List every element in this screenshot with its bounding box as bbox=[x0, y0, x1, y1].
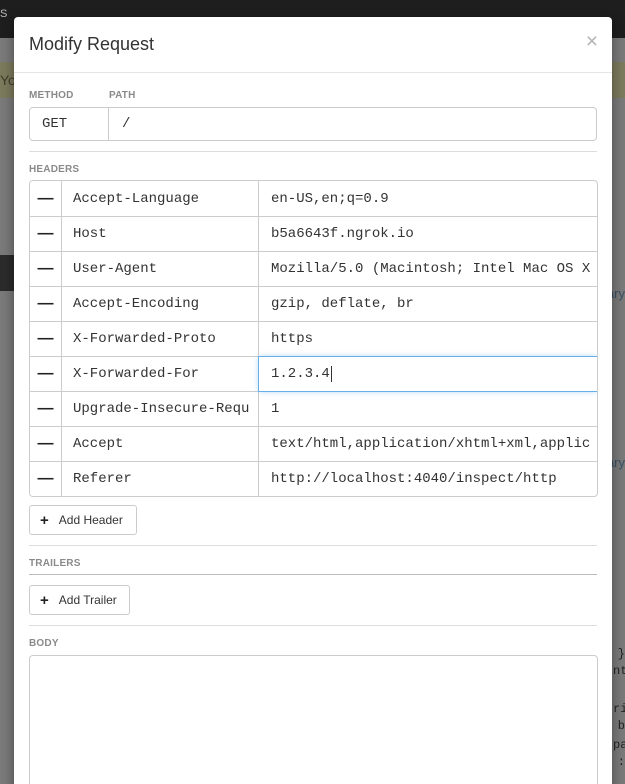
minus-icon: — bbox=[37, 435, 54, 452]
header-value-input[interactable]: 1 bbox=[259, 392, 597, 426]
table-row: — Upgrade-Insecure-Requ 1 bbox=[30, 391, 597, 426]
header-value-input[interactable]: text/html,application/xhtml+xml,applic bbox=[259, 427, 597, 461]
table-row: — Referer http://localhost:4040/inspect/… bbox=[30, 461, 597, 496]
minus-icon: — bbox=[37, 260, 54, 277]
header-name-input[interactable]: Accept-Encoding bbox=[62, 287, 259, 321]
remove-header-button[interactable]: — bbox=[30, 181, 62, 216]
remove-header-button[interactable]: — bbox=[30, 357, 62, 391]
plus-icon: + bbox=[40, 591, 49, 609]
modal-header: Modify Request × bbox=[14, 17, 612, 73]
body-label: BODY bbox=[29, 638, 59, 649]
header-name-input[interactable]: Upgrade-Insecure-Requ bbox=[62, 392, 259, 426]
add-header-label: Add Header bbox=[58, 513, 123, 527]
minus-icon: — bbox=[37, 330, 54, 347]
divider bbox=[29, 545, 597, 546]
header-name-input[interactable]: Accept-Language bbox=[62, 181, 259, 216]
remove-header-button[interactable]: — bbox=[30, 287, 62, 321]
divider bbox=[29, 625, 597, 626]
method-input[interactable]: GET bbox=[29, 107, 109, 141]
headers-table: — Accept-Language en-US,en;q=0.9 — Host … bbox=[29, 180, 598, 497]
body-textarea[interactable] bbox=[29, 655, 598, 784]
background-code: } bbox=[617, 647, 625, 661]
remove-header-button[interactable]: — bbox=[30, 392, 62, 426]
header-value-input[interactable]: b5a6643f.ngrok.io bbox=[259, 217, 597, 251]
add-trailer-button[interactable]: + Add Trailer bbox=[29, 585, 130, 615]
divider bbox=[29, 151, 597, 152]
background-code: pa bbox=[613, 738, 625, 752]
table-row: — X-Forwarded-Proto https bbox=[30, 321, 597, 356]
background-code: nt bbox=[613, 664, 625, 678]
table-row: — X-Forwarded-For 1.2.3.4 bbox=[30, 356, 597, 392]
header-name-input[interactable]: X-Forwarded-For bbox=[62, 357, 259, 391]
header-name-input[interactable]: User-Agent bbox=[62, 252, 259, 286]
remove-header-button[interactable]: — bbox=[30, 217, 62, 251]
plus-icon: + bbox=[40, 511, 49, 529]
header-value-input[interactable]: http://localhost:4040/inspect/http bbox=[259, 462, 597, 496]
background-code: ri bbox=[613, 702, 625, 716]
table-row: — Accept-Language en-US,en;q=0.9 bbox=[30, 181, 597, 216]
minus-icon: — bbox=[37, 470, 54, 487]
minus-icon: — bbox=[37, 225, 54, 242]
header-value-input-focused[interactable]: 1.2.3.4 bbox=[258, 356, 597, 392]
header-name-input[interactable]: Host bbox=[62, 217, 259, 251]
table-row: — Host b5a6643f.ngrok.io bbox=[30, 216, 597, 251]
modal-title: Modify Request bbox=[29, 34, 155, 54]
minus-icon: — bbox=[37, 400, 54, 417]
path-label: PATH bbox=[109, 90, 136, 101]
table-row: — Accept text/html,application/xhtml+xml… bbox=[30, 426, 597, 461]
divider bbox=[29, 574, 597, 575]
table-row: — User-Agent Mozilla/5.0 (Macintosh; Int… bbox=[30, 251, 597, 286]
remove-header-button[interactable]: — bbox=[30, 252, 62, 286]
background-code: : bbox=[617, 755, 625, 769]
header-value-input[interactable]: gzip, deflate, br bbox=[259, 287, 597, 321]
add-header-button[interactable]: + Add Header bbox=[29, 505, 137, 535]
close-icon[interactable]: × bbox=[586, 31, 598, 52]
path-input[interactable]: / bbox=[108, 107, 597, 141]
background-code: b bbox=[617, 719, 625, 733]
header-value-input[interactable]: https bbox=[259, 322, 597, 356]
remove-header-button[interactable]: — bbox=[30, 322, 62, 356]
headers-label: HEADERS bbox=[29, 164, 80, 175]
header-value-input[interactable]: en-US,en;q=0.9 bbox=[259, 181, 597, 216]
header-value-input[interactable]: Mozilla/5.0 (Macintosh; Intel Mac OS X bbox=[259, 252, 597, 286]
table-row: — Accept-Encoding gzip, deflate, br bbox=[30, 286, 597, 321]
header-name-input[interactable]: Accept bbox=[62, 427, 259, 461]
trailers-label: TRAILERS bbox=[29, 558, 81, 569]
method-label: METHOD bbox=[29, 90, 74, 101]
header-name-input[interactable]: Referer bbox=[62, 462, 259, 496]
minus-icon: — bbox=[37, 365, 54, 382]
header-name-input[interactable]: X-Forwarded-Proto bbox=[62, 322, 259, 356]
add-trailer-label: Add Trailer bbox=[58, 593, 117, 607]
modify-request-modal: Modify Request × METHOD PATH GET / HEADE… bbox=[14, 17, 612, 784]
header-value-text: 1.2.3.4 bbox=[271, 366, 330, 382]
background-topbar-text: S bbox=[0, 8, 8, 20]
remove-header-button[interactable]: — bbox=[30, 462, 62, 496]
minus-icon: — bbox=[37, 189, 54, 207]
remove-header-button[interactable]: — bbox=[30, 427, 62, 461]
minus-icon: — bbox=[37, 295, 54, 312]
text-caret bbox=[330, 366, 332, 382]
